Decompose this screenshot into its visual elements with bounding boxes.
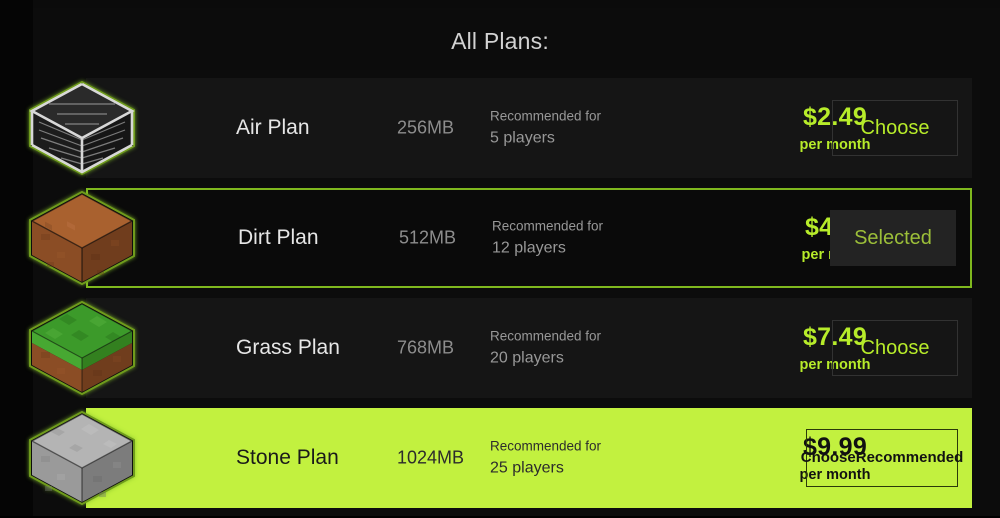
recommended-for-label: Recommended for: [490, 328, 602, 344]
plan-recommendation: Recommended for 25 players: [490, 437, 601, 480]
player-count: 25 players: [490, 459, 564, 477]
plan-ram: 768MB: [397, 337, 455, 358]
recommended-for-label: Recommended for: [490, 108, 602, 124]
choose-recommended-line2: Recommended: [855, 449, 964, 467]
plan-card[interactable]: Dirt Plan 512MB Recommended for 12 playe…: [86, 188, 972, 288]
player-count: 5 players: [490, 129, 555, 147]
page-title: All Plans:: [451, 28, 549, 54]
plan-ram: 1024MB: [397, 447, 465, 468]
grass-block-icon: [27, 300, 137, 396]
recommended-for-label: Recommended for: [490, 438, 602, 454]
plan-name: Stone Plan: [236, 446, 339, 469]
stone-block-icon: [27, 410, 137, 506]
dirt-block-icon: [27, 190, 137, 286]
player-count: 20 players: [490, 349, 564, 367]
plan-selection-screen: All Plans: Air Plan 256MB Recommended fo…: [0, 0, 1000, 516]
plan-recommendation: Recommended for 20 players: [490, 327, 601, 370]
plan-row-stone[interactable]: Stone Plan 1024MB Recommended for 25 pla…: [0, 408, 1000, 508]
plan-card[interactable]: Grass Plan 768MB Recommended for 20 play…: [86, 298, 972, 398]
plans-list: Air Plan 256MB Recommended for 5 players…: [0, 78, 1000, 518]
plan-recommendation: Recommended for 12 players: [492, 217, 603, 260]
plan-card[interactable]: Stone Plan 1024MB Recommended for 25 pla…: [86, 408, 972, 508]
plan-row-air[interactable]: Air Plan 256MB Recommended for 5 players…: [0, 78, 1000, 178]
choose-recommended-line1: Choose: [800, 449, 856, 467]
plan-name: Dirt Plan: [238, 226, 319, 249]
plan-row-grass[interactable]: Grass Plan 768MB Recommended for 20 play…: [0, 298, 1000, 398]
plan-name: Air Plan: [236, 116, 310, 139]
choose-button[interactable]: Choose: [832, 100, 958, 156]
plan-card[interactable]: Air Plan 256MB Recommended for 5 players…: [86, 78, 972, 178]
choose-recommended-button[interactable]: Choose Recommended: [801, 429, 963, 487]
top-gutter: [33, 0, 1000, 8]
choose-button[interactable]: Choose: [832, 320, 958, 376]
plan-ram: 256MB: [397, 117, 455, 138]
plan-name: Grass Plan: [236, 336, 340, 359]
plan-row-dirt[interactable]: Dirt Plan 512MB Recommended for 12 playe…: [0, 188, 1000, 288]
selected-button[interactable]: Selected: [830, 210, 956, 266]
recommended-for-label: Recommended for: [492, 218, 604, 234]
plan-ram: 512MB: [399, 227, 457, 248]
player-count: 12 players: [492, 239, 566, 257]
plan-recommendation: Recommended for 5 players: [490, 107, 601, 150]
air-block-icon: [27, 80, 137, 176]
